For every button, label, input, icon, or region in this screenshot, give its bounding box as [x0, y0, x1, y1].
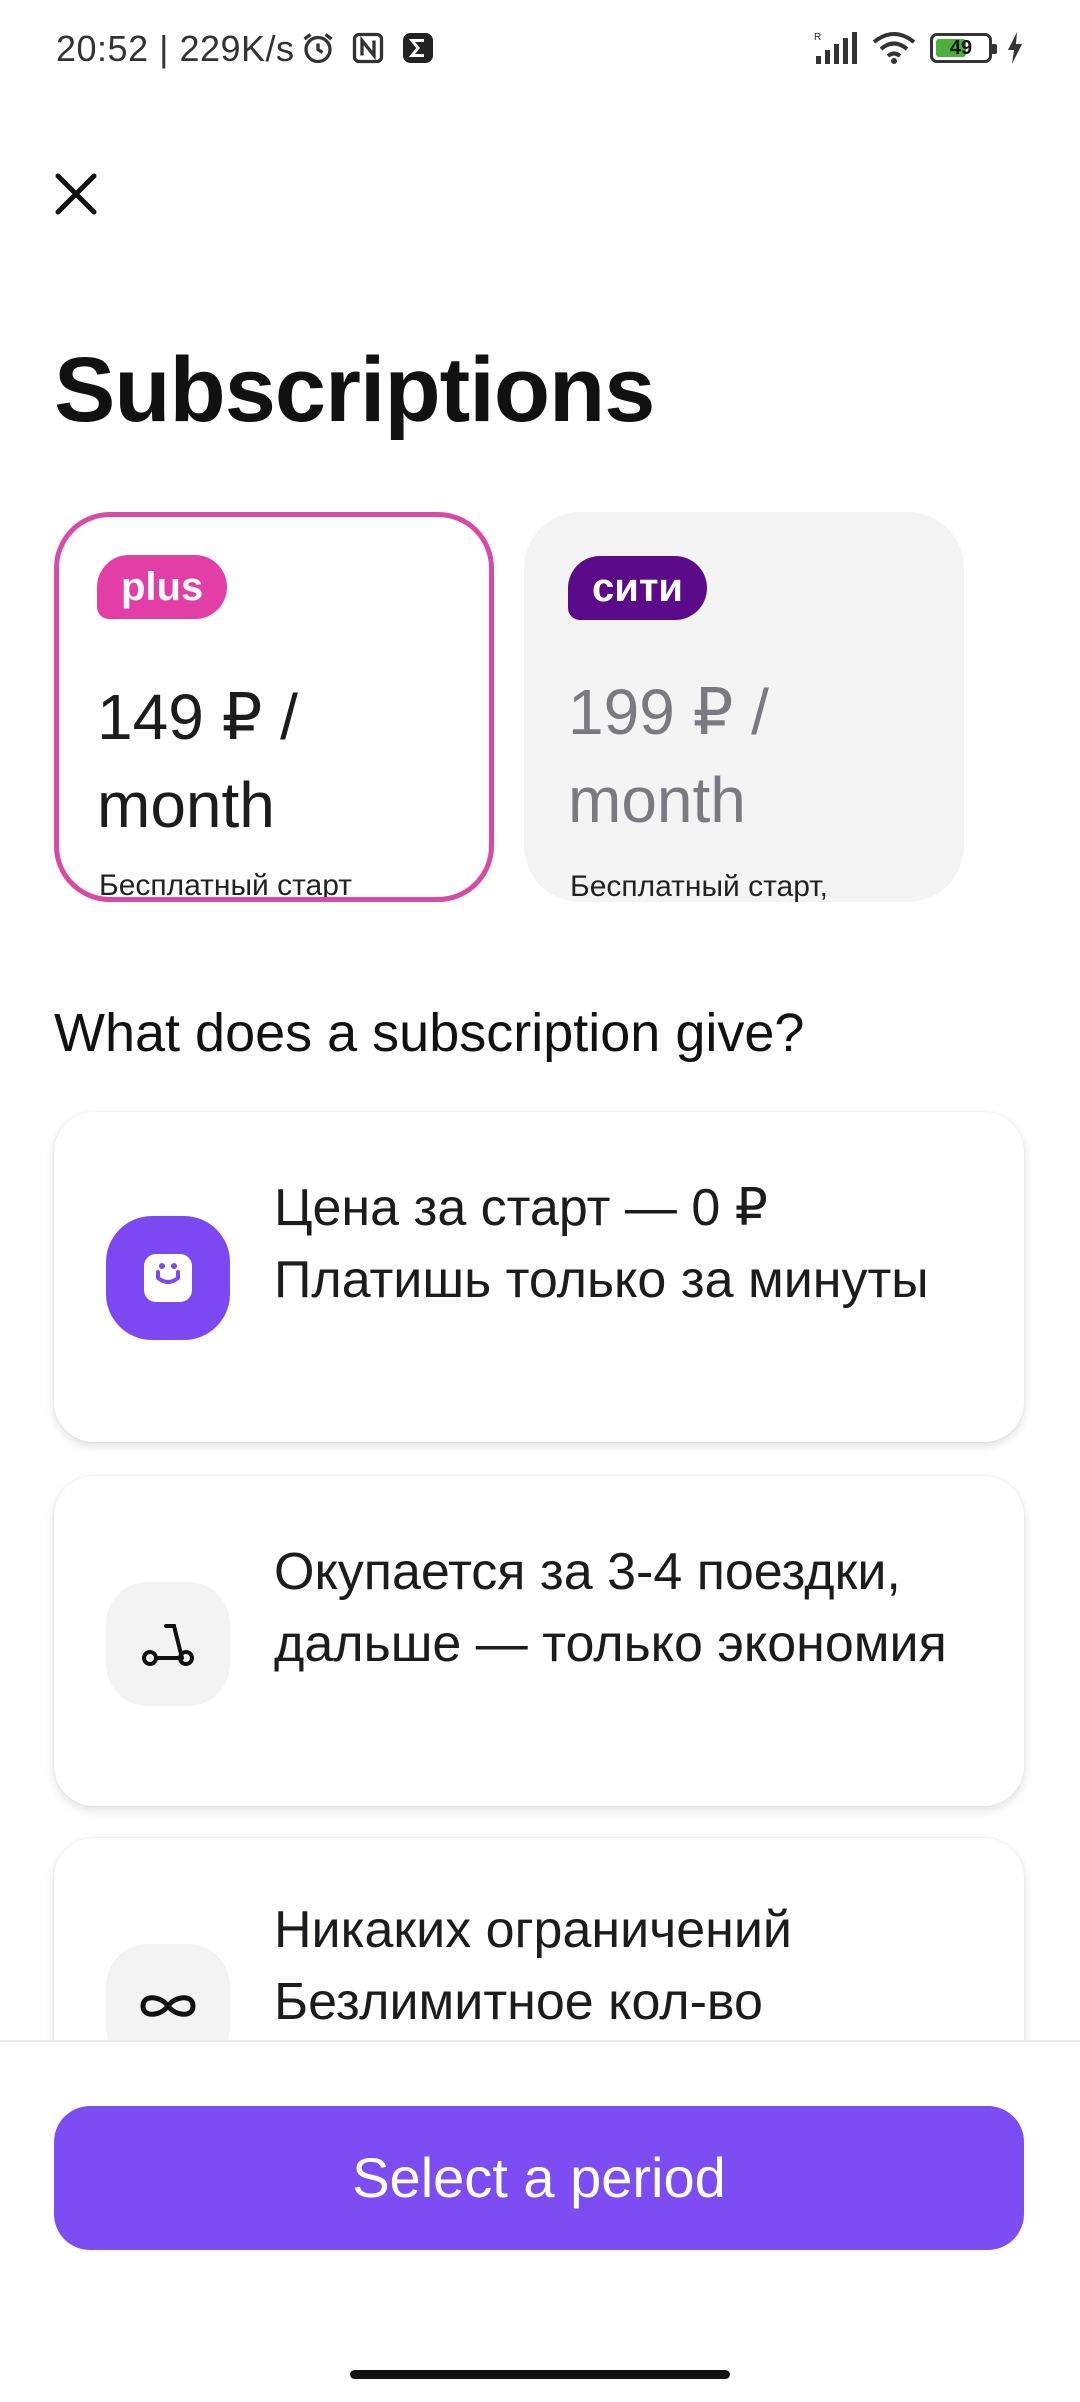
page-title: Subscriptions: [54, 339, 655, 441]
plan-card-plus[interactable]: plus 149 ₽ / month Бесплатный старт: [54, 512, 494, 902]
sigma-icon: [403, 33, 433, 63]
benefit-card: Цена за старт — 0 ₽ Платишь только за ми…: [54, 1112, 1024, 1442]
benefit-text: Никаких ограничений Безлимитное кол-во: [274, 1901, 792, 2031]
home-indicator[interactable]: [350, 2370, 730, 2379]
select-period-button[interactable]: Select a period: [54, 2106, 1024, 2250]
svg-text:R: R: [814, 32, 821, 43]
battery-icon: 49: [930, 33, 997, 63]
benefits-title: What does a subscription give?: [54, 1003, 805, 1063]
signal-icon: R: [814, 32, 857, 64]
plan-badge-plus: plus: [97, 555, 228, 619]
close-icon[interactable]: [48, 166, 104, 222]
status-time-speed: 20:52 | 229K/s: [56, 28, 295, 69]
plan-card-city[interactable]: сити 199 ₽ / month Бесплатный старт,: [524, 512, 964, 902]
plan-note-city: Бесплатный старт,: [570, 870, 828, 902]
status-right-icons: R 49: [814, 30, 1024, 66]
battery-level: 49: [949, 37, 973, 59]
plan-price-city: 199 ₽ / month: [568, 676, 769, 836]
plan-note-plus: Бесплатный старт: [99, 869, 352, 902]
benefit-text: Цена за старт — 0 ₽ Платишь только за ми…: [274, 1179, 929, 1309]
plan-price-plus: 149 ₽ / month: [97, 681, 298, 841]
status-bar: 20:52 | 229K/s R 49: [0, 0, 1080, 100]
nfc-icon: [352, 32, 384, 64]
wifi-icon: [872, 32, 916, 64]
scooter-icon: [106, 1582, 230, 1706]
status-left-icons: [300, 30, 436, 66]
smile-box-icon: [106, 1216, 230, 1340]
charging-icon: [1008, 32, 1022, 64]
benefit-text: Окупается за 3-4 поездки, дальше — тольк…: [274, 1543, 947, 1673]
benefit-card: Окупается за 3-4 поездки, дальше — тольк…: [54, 1476, 1024, 1806]
plan-badge-city: сити: [568, 556, 708, 620]
alarm-icon: [303, 33, 333, 64]
